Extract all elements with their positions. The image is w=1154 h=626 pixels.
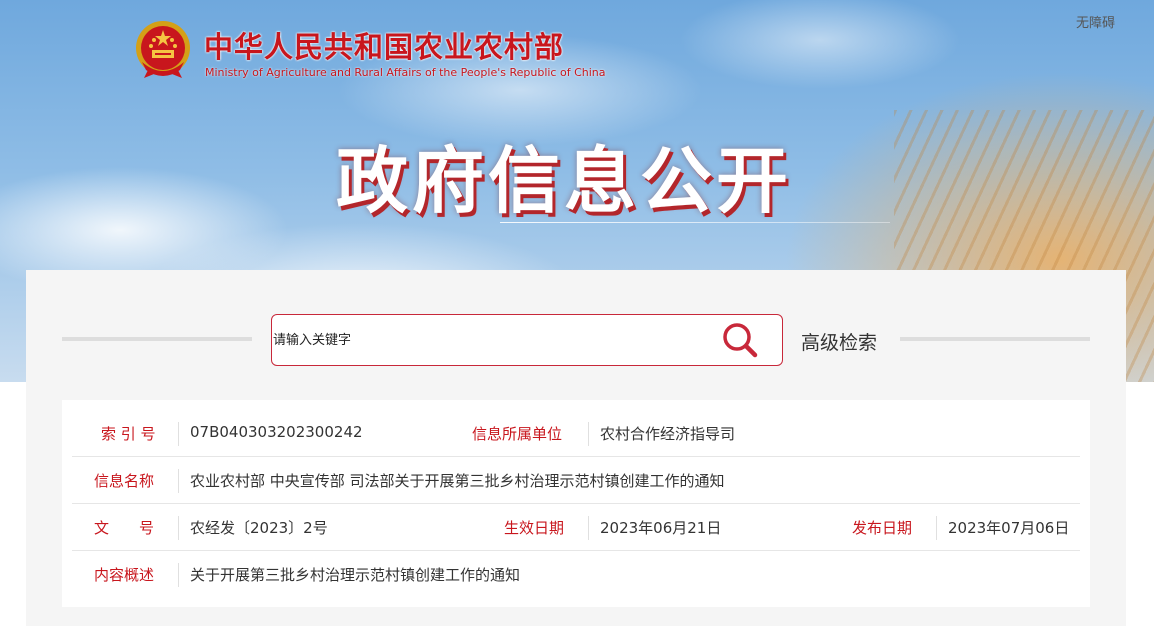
separator bbox=[178, 422, 179, 446]
divider-right bbox=[900, 337, 1090, 341]
publish-date-value: 2023年07月06日 bbox=[948, 519, 1070, 537]
site-title[interactable]: 中华人民共和国农业农村部 bbox=[204, 24, 564, 66]
publish-date-label: 发布日期 bbox=[852, 519, 913, 537]
separator bbox=[588, 516, 589, 540]
name-value: 农业农村部 中央宣传部 司法部关于开展第三批乡村治理示范村镇创建工作的通知 bbox=[190, 472, 725, 490]
effective-date-value: 2023年06月21日 bbox=[600, 519, 722, 537]
doc-number-value: 农经发〔2023〕2号 bbox=[190, 519, 328, 537]
separator bbox=[936, 516, 937, 540]
effective-date-label: 生效日期 bbox=[504, 519, 565, 537]
info-row-summary: 内容概述 关于开展第三批乡村治理示范村镇创建工作的通知 bbox=[72, 551, 1080, 598]
info-row-name: 信息名称 农业农村部 中央宣传部 司法部关于开展第三批乡村治理示范村镇创建工作的… bbox=[72, 457, 1080, 504]
separator bbox=[178, 563, 179, 587]
hero-title: 政府信息公开 bbox=[336, 139, 793, 223]
search-icon[interactable] bbox=[720, 320, 760, 360]
separator bbox=[588, 422, 589, 446]
unit-value: 农村合作经济指导司 bbox=[600, 425, 736, 443]
index-value: 07B040303202300242 bbox=[190, 423, 363, 441]
doc-number-label: 文 号 bbox=[94, 519, 155, 537]
name-label: 信息名称 bbox=[94, 472, 155, 490]
accessibility-link[interactable]: 无障碍 bbox=[1076, 12, 1115, 31]
advanced-search-link[interactable]: 高级检索 bbox=[801, 328, 877, 355]
divider-left bbox=[62, 337, 252, 341]
search-box bbox=[271, 314, 783, 366]
summary-value: 关于开展第三批乡村治理示范村镇创建工作的通知 bbox=[190, 566, 521, 584]
hero-underline bbox=[500, 222, 890, 223]
info-row-index: 索 引 号 07B040303202300242 信息所属单位 农村合作经济指导… bbox=[72, 410, 1080, 457]
info-row-doc: 文 号 农经发〔2023〕2号 生效日期 2023年06月21日 发布日期 20… bbox=[72, 504, 1080, 551]
summary-label: 内容概述 bbox=[94, 566, 155, 584]
separator bbox=[178, 516, 179, 540]
national-emblem-icon bbox=[136, 21, 190, 78]
site-subtitle-en: Ministry of Agriculture and Rural Affair… bbox=[205, 66, 606, 79]
unit-label: 信息所属单位 bbox=[472, 425, 563, 443]
search-input[interactable] bbox=[272, 315, 702, 365]
separator bbox=[178, 469, 179, 493]
index-label: 索 引 号 bbox=[101, 425, 156, 443]
